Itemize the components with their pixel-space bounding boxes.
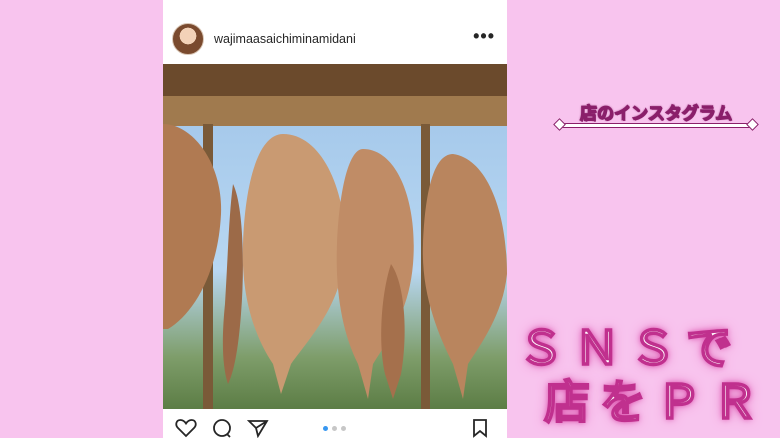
share-icon[interactable]: [247, 418, 269, 438]
carousel-dot: [332, 426, 337, 431]
comment-icon[interactable]: [211, 418, 233, 438]
post-actions-bar: [163, 412, 507, 438]
heart-icon[interactable]: [175, 418, 197, 438]
avatar[interactable]: [172, 23, 204, 55]
wood-beam-top: [163, 64, 507, 100]
bookmark-icon[interactable]: [471, 418, 489, 438]
wood-beam: [163, 96, 507, 126]
caption-text: 店のインスタグラム: [579, 104, 733, 124]
post-photo[interactable]: [163, 64, 507, 409]
instagram-post-panel: wajimaasaichiminamidani •••: [163, 0, 507, 438]
caption-banner: 店のインスタグラム: [560, 99, 752, 129]
carousel-dot-active: [323, 426, 328, 431]
more-options-icon[interactable]: •••: [473, 26, 495, 47]
post-header: wajimaasaichiminamidani •••: [163, 16, 507, 62]
username[interactable]: wajimaasaichiminamidani: [214, 32, 356, 46]
headline-line-2: 店をＰＲ: [543, 375, 768, 429]
caption-underline: [560, 123, 752, 128]
fish-group: [163, 124, 507, 399]
carousel-dot: [341, 426, 346, 431]
carousel-indicator: [323, 426, 346, 431]
drying-fish-photo: [163, 64, 507, 409]
